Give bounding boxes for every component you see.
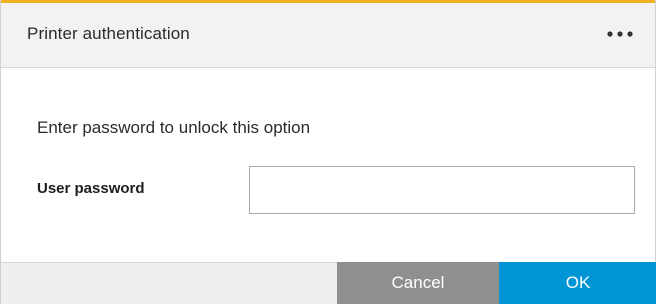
- dialog-header: Printer authentication: [1, 3, 655, 68]
- more-horizontal-icon: [607, 31, 633, 37]
- unlock-prompt: Enter password to unlock this option: [37, 118, 311, 137]
- more-options-button[interactable]: [603, 21, 637, 47]
- user-password-label: User password: [37, 180, 145, 197]
- user-password-input[interactable]: [249, 166, 635, 214]
- ok-button[interactable]: OK: [499, 262, 656, 304]
- cancel-button[interactable]: Cancel: [337, 262, 499, 304]
- printer-authentication-dialog: Printer authentication Enter password to…: [0, 0, 656, 304]
- dialog-title: Printer authentication: [27, 24, 190, 43]
